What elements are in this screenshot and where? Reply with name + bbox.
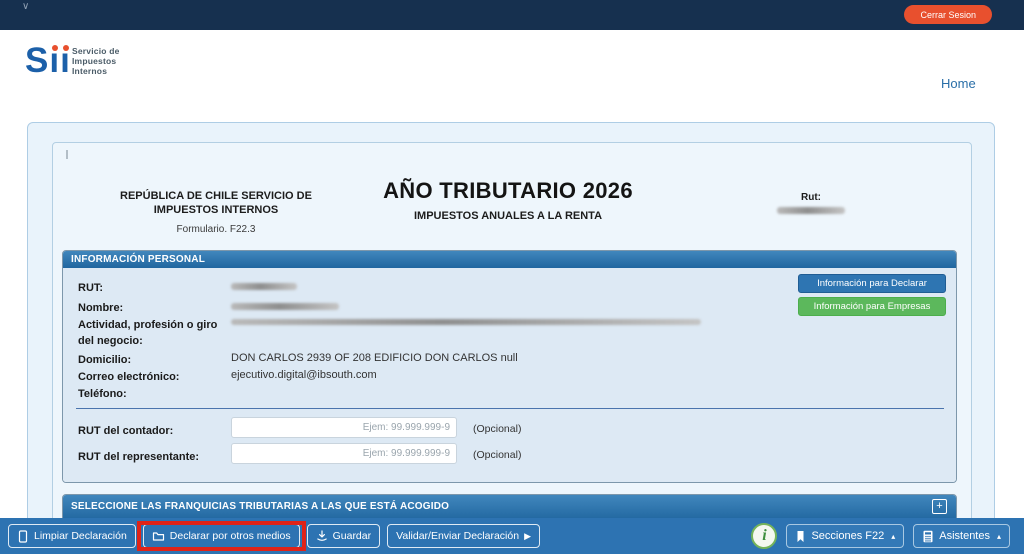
page-subtitle: IMPUESTOS ANUALES A LA RENTA <box>413 210 603 222</box>
cursor-mark <box>66 150 68 159</box>
redacted-nombre <box>231 303 339 310</box>
validar-enviar-declaracion-button[interactable]: Validar/Enviar Declaración ▶ <box>387 524 540 548</box>
chevron-up-icon: ▴ <box>891 531 896 541</box>
app-window: ∨ Cerrar Sesion Sıı Servicio de Impuesto… <box>0 0 1024 554</box>
button-label: Guardar <box>332 530 372 542</box>
rut-label: RUT: <box>78 282 104 294</box>
rut-header-label: Rut: <box>801 192 821 203</box>
logo-dot-icon <box>52 45 58 51</box>
bookmark-icon <box>795 530 806 543</box>
rut-contador-label: RUT del contador: <box>78 425 174 437</box>
button-label: Validar/Enviar Declaración <box>396 530 520 542</box>
correo-value: ejecutivo.digital@ibsouth.com <box>231 369 377 381</box>
tagline-line: Internos <box>72 66 108 76</box>
top-navbar: ∨ Cerrar Sesion <box>0 0 1024 30</box>
divider <box>76 408 944 409</box>
section-body: RUT: Nombre: Actividad, profesión o giro… <box>63 268 956 482</box>
header-rut: Rut: <box>770 192 852 214</box>
informacion-para-empresas-button[interactable]: Información para Empresas <box>798 297 946 316</box>
bottom-toolbar: Limpiar Declaración Declarar por otros m… <box>0 518 1024 554</box>
brand-tagline: Servicio de Impuestos Internos <box>72 46 120 76</box>
section-franquicias: SELECCIONE LAS FRANQUICIAS TRIBUTARIAS A… <box>62 494 957 520</box>
tagline-line: Servicio de <box>72 46 120 56</box>
rut-representante-label: RUT del representante: <box>78 451 200 463</box>
logo-dot-icon <box>63 45 69 51</box>
chevron-up-icon: ▴ <box>996 531 1001 541</box>
home-link[interactable]: Home <box>941 76 976 91</box>
telefono-label: Teléfono: <box>78 388 127 400</box>
redacted-actividad <box>231 319 701 325</box>
limpiar-declaracion-button[interactable]: Limpiar Declaración <box>8 524 136 548</box>
page-title: AÑO TRIBUTARIO 2026 <box>383 178 633 203</box>
org-title: REPÚBLICA DE CHILE SERVICIO DE IMPUESTOS… <box>120 190 312 216</box>
asistentes-button[interactable]: Asistentes ▴ <box>913 524 1010 548</box>
info-icon[interactable]: i <box>751 523 778 549</box>
contador-optional-note: (Opcional) <box>473 423 522 435</box>
button-label: Secciones F22 <box>811 530 885 542</box>
rut-contador-input[interactable] <box>231 417 457 438</box>
redacted-rut <box>231 283 297 290</box>
form-year-header: AÑO TRIBUTARIO 2026 IMPUESTOS ANUALES A … <box>380 178 636 222</box>
domicilio-value: DON CARLOS 2939 OF 208 EDIFICIO DON CARL… <box>231 352 518 364</box>
folder-icon <box>152 530 165 542</box>
chevron-down-icon[interactable]: ∨ <box>22 1 29 12</box>
expand-section-button[interactable]: + <box>932 499 947 514</box>
section-informacion-personal: INFORMACIÓN PERSONAL RUT: Nombre: Activi… <box>62 250 957 483</box>
guardar-button[interactable]: Guardar <box>306 524 381 548</box>
tagline-line: Impuestos <box>72 56 117 66</box>
download-icon <box>316 530 328 542</box>
rut-representante-input[interactable] <box>231 443 457 464</box>
toolbar-right-group: i Secciones F22 ▴ Asistentes ▴ <box>751 523 1010 549</box>
document-icon <box>17 529 29 543</box>
button-label: Declarar por otros medios <box>169 530 291 542</box>
redacted-rut-value <box>777 207 845 214</box>
correo-label: Correo electrónico: <box>78 371 180 383</box>
calculator-icon <box>922 530 934 543</box>
nombre-label: Nombre: <box>78 302 124 314</box>
franquicias-header: SELECCIONE LAS FRANQUICIAS TRIBUTARIAS A… <box>63 495 956 519</box>
form-org-header: REPÚBLICA DE CHILE SERVICIO DE IMPUESTOS… <box>88 189 344 235</box>
form-number: Formulario. F22.3 <box>176 224 256 235</box>
secciones-f22-button[interactable]: Secciones F22 ▴ <box>786 524 905 548</box>
domicilio-label: Domicilio: <box>78 354 132 366</box>
section-title: SELECCIONE LAS FRANQUICIAS TRIBUTARIAS A… <box>71 501 450 512</box>
actividad-label: Actividad, profesión o giro del negocio: <box>78 319 218 347</box>
brand-header: Sıı Servicio de Impuestos Internos Home <box>0 30 1024 110</box>
play-icon: ▶ <box>524 530 531 541</box>
informacion-para-declarar-button[interactable]: Información para Declarar <box>798 274 946 293</box>
logout-button[interactable]: Cerrar Sesion <box>904 5 992 24</box>
button-label: Asistentes <box>939 530 990 542</box>
declarar-por-otros-medios-button[interactable]: Declarar por otros medios <box>136 521 306 551</box>
button-label: Limpiar Declaración <box>34 530 127 542</box>
section-title: INFORMACIÓN PERSONAL <box>63 251 956 268</box>
representante-optional-note: (Opcional) <box>473 449 522 461</box>
